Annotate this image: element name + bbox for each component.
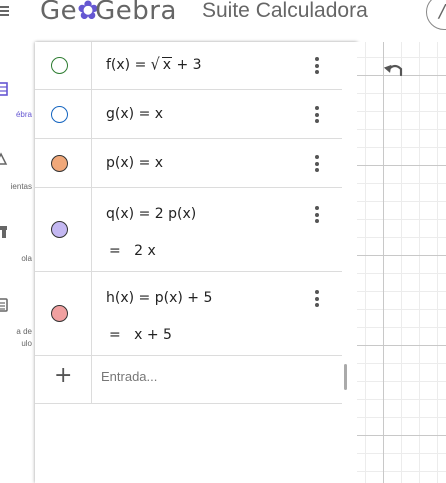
- tools-icon: [0, 152, 8, 165]
- formula-equals: =: [138, 155, 151, 171]
- formula-text[interactable]: g(x) = x: [106, 106, 163, 122]
- logo-text-start: Ge: [40, 0, 78, 26]
- algebra-icon: [0, 82, 8, 96]
- marble-cell: [35, 42, 92, 89]
- search-glyph: /: [439, 1, 446, 22]
- scrollbar[interactable]: [344, 364, 347, 390]
- table-icon: [0, 226, 7, 238]
- formula-equals: =: [138, 206, 151, 222]
- marble-cell: [35, 272, 92, 355]
- formula-equals: =: [134, 57, 147, 73]
- logo-flower-icon: ✿: [77, 0, 100, 26]
- more-options-icon[interactable]: [315, 57, 321, 77]
- algebra-input[interactable]: Entrada...: [101, 369, 157, 384]
- marble-cell: [35, 90, 92, 138]
- algebra-row-p[interactable]: p(x) = x: [35, 139, 342, 188]
- marble-cell: [35, 188, 92, 271]
- menu-icon[interactable]: [0, 4, 9, 18]
- more-options-icon[interactable]: [315, 106, 321, 126]
- formula-lhs: f(x): [106, 57, 131, 73]
- formula-equals: =: [138, 106, 151, 122]
- visibility-toggle[interactable]: [51, 106, 68, 123]
- algebra-row-h[interactable]: h(x) = p(x) + 5 = x + 5: [35, 272, 342, 356]
- app-title: Suite Calculadora: [202, 0, 368, 22]
- formula-rhs: + 3: [176, 57, 202, 73]
- more-options-icon[interactable]: [315, 155, 321, 175]
- formula-text[interactable]: p(x) = x: [106, 155, 163, 171]
- formula-text[interactable]: f(x) = √ x + 3: [106, 55, 202, 75]
- algebra-row-f[interactable]: f(x) = √ x + 3: [35, 42, 342, 90]
- output-text: = 2 x: [109, 243, 156, 259]
- algebra-input-row: + Entrada...: [35, 356, 342, 404]
- algebra-row-g[interactable]: g(x) = x: [35, 90, 342, 139]
- output-text: = x + 5: [109, 327, 172, 343]
- graphics-view[interactable]: [357, 42, 446, 483]
- algebra-view: f(x) = √ x + 3 g(x) = x p(x) = x q(x) = …: [35, 42, 357, 483]
- formula-rhs: 2 p(x): [154, 206, 197, 222]
- formula-lhs: p(x): [106, 155, 135, 171]
- algebra-row-q[interactable]: q(x) = 2 p(x) = 2 x: [35, 188, 342, 272]
- add-cell: +: [35, 356, 92, 403]
- sidebar-item-label: ientas: [10, 182, 32, 191]
- formula-lhs: q(x): [106, 206, 135, 222]
- formula-lhs: g(x): [106, 106, 135, 122]
- visibility-toggle[interactable]: [51, 305, 68, 322]
- formula-rhs: p(x) + 5: [154, 290, 213, 306]
- visibility-toggle[interactable]: [51, 155, 68, 172]
- logo-text-end: Gebra: [95, 0, 177, 26]
- formula-text[interactable]: h(x) = p(x) + 5: [106, 290, 212, 306]
- sidebar-item-label: ébra: [15, 110, 32, 119]
- formula-rhs: x: [154, 155, 164, 171]
- output-equals: =: [109, 243, 121, 259]
- more-options-icon[interactable]: [315, 206, 321, 226]
- sqrt-icon: √: [150, 55, 160, 75]
- output-value: x + 5: [134, 327, 172, 343]
- marble-cell: [35, 139, 92, 187]
- sidebar-item-label: ola: [21, 254, 32, 263]
- output-equals: =: [109, 327, 121, 343]
- search-button[interactable]: /: [426, 0, 446, 30]
- output-value: 2 x: [134, 243, 156, 259]
- geogebra-logo: Ge✿Gebra: [40, 0, 177, 26]
- formula-equals: =: [138, 290, 151, 306]
- sqrt-argument: x: [161, 57, 172, 73]
- visibility-toggle[interactable]: [51, 57, 68, 74]
- top-header: Ge✿Gebra Suite Calculadora /: [0, 0, 446, 42]
- plus-icon[interactable]: +: [54, 365, 72, 387]
- calculator-icon: [0, 298, 8, 312]
- visibility-toggle[interactable]: [51, 221, 68, 238]
- formula-rhs: x: [154, 106, 164, 122]
- formula-text[interactable]: q(x) = 2 p(x): [106, 206, 196, 222]
- formula-lhs: h(x): [106, 290, 135, 306]
- perspective-sidebar: ébra ientas ola a de ulo: [0, 42, 35, 483]
- sidebar-item-label-line2: ulo: [21, 339, 32, 348]
- sidebar-item-label: a de: [16, 327, 32, 336]
- more-options-icon[interactable]: [315, 290, 321, 310]
- undo-icon[interactable]: [383, 60, 407, 82]
